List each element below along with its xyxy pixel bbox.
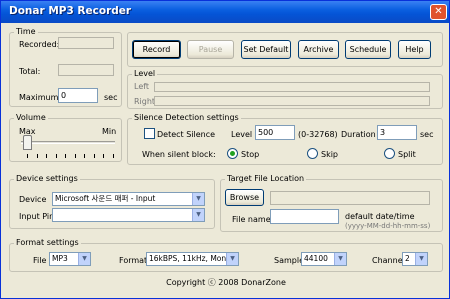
maximum-label: Maximum: <box>19 93 62 102</box>
target-group-label: Target File Location <box>225 174 307 184</box>
chevron-down-icon: ▼ <box>192 193 204 205</box>
level-left-label: Left <box>134 82 150 91</box>
skip-radio[interactable] <box>307 148 318 159</box>
chevron-down-icon: ▼ <box>415 253 427 265</box>
format-group-label: Format settings <box>14 238 81 248</box>
file-format-label: File <box>33 256 47 265</box>
volume-slider-ticks <box>27 154 114 158</box>
record-button[interactable]: Record <box>132 40 181 59</box>
pause-button[interactable]: Pause <box>187 40 234 59</box>
slider-tick <box>84 154 85 158</box>
channel-label: Channel <box>372 256 405 265</box>
level-group-label: Level <box>132 69 158 79</box>
recorded-label: Recorded: <box>19 40 60 49</box>
chevron-down-icon: ▼ <box>192 209 204 221</box>
duration-input[interactable]: 3 <box>377 125 417 140</box>
slider-tick <box>112 154 114 158</box>
detect-silence-label: Detect Silence <box>157 130 216 139</box>
slider-tick <box>65 154 66 158</box>
time-group-label: Time <box>14 27 38 37</box>
total-label: Total: <box>19 67 41 76</box>
browse-button[interactable]: Browse <box>225 189 264 206</box>
input-pin-label: Input Pin <box>19 212 55 221</box>
device-select[interactable]: Microsoft 사운드 매퍼 - Input ▼ <box>52 192 205 206</box>
volume-slider-thumb[interactable] <box>23 135 32 150</box>
volume-slider-track[interactable] <box>21 141 115 144</box>
slider-tick <box>74 154 76 158</box>
volume-group-label: Volume <box>14 113 48 123</box>
stop-radio-label: Stop <box>241 150 260 159</box>
slider-tick <box>27 154 28 158</box>
channel-select[interactable]: 2 ▼ <box>402 252 428 266</box>
silence-level-input[interactable]: 500 <box>255 125 295 140</box>
input-pin-select[interactable]: ▼ <box>52 208 205 222</box>
sample-label: Sample <box>274 256 304 265</box>
chevron-down-icon: ▼ <box>334 253 346 265</box>
close-button[interactable]: ✕ <box>430 4 447 20</box>
recorded-field <box>58 37 114 49</box>
window-title: Donar MP3 Recorder <box>9 5 132 17</box>
maximum-input[interactable]: 0 <box>58 88 98 103</box>
copyright-footer: Copyright ⓒ 2008 DonarZone <box>166 278 286 287</box>
maximum-sec-label: sec <box>104 93 118 102</box>
level-right-meter <box>154 96 430 106</box>
format-select[interactable]: 16kBPS, 11kHz, Mono ▼ <box>146 252 239 266</box>
schedule-button[interactable]: Schedule <box>345 40 391 59</box>
file-format-select[interactable]: MP3 ▼ <box>49 252 91 266</box>
level-left-meter <box>154 82 430 92</box>
duration-sec-label: sec <box>420 130 434 139</box>
title-bar[interactable]: Donar MP3 Recorder ✕ <box>1 1 449 23</box>
device-label: Device <box>19 195 47 204</box>
silence-group-label: Silence Detection settings <box>132 113 241 123</box>
duration-label: Duration <box>341 130 376 139</box>
when-silent-label: When silent block: <box>142 150 216 159</box>
set-default-button[interactable]: Set Default <box>241 40 291 59</box>
stop-radio[interactable] <box>227 148 238 159</box>
slider-tick <box>36 154 38 158</box>
split-radio[interactable] <box>384 148 395 159</box>
sample-select[interactable]: 44100 ▼ <box>301 252 347 266</box>
file-name-input[interactable] <box>270 209 339 224</box>
volume-min-label: Min <box>102 127 117 136</box>
silence-level-label: Level <box>231 130 253 139</box>
slider-tick <box>103 154 104 158</box>
slider-tick <box>46 154 47 158</box>
main-window: Donar MP3 Recorder ✕ Time Recorded: Tota… <box>0 0 450 299</box>
chevron-down-icon: ▼ <box>226 253 238 265</box>
datetime-format-hint: (yyyy-MM-dd-hh-mm-ss) <box>345 222 431 230</box>
format-label: Format <box>119 256 148 265</box>
silence-level-range: (0-32768) <box>298 130 338 139</box>
file-name-label: File name <box>232 215 271 224</box>
detect-silence-checkbox[interactable] <box>144 128 155 139</box>
level-right-label: Right <box>134 97 156 106</box>
device-group-label: Device settings <box>14 174 80 184</box>
split-radio-label: Split <box>398 150 416 159</box>
slider-tick <box>93 154 95 158</box>
total-field <box>58 64 114 76</box>
help-button[interactable]: Help <box>398 40 431 59</box>
archive-button[interactable]: Archive <box>298 40 339 59</box>
slider-tick <box>55 154 57 158</box>
target-path-field <box>270 191 430 205</box>
skip-radio-label: Skip <box>321 150 339 159</box>
chevron-down-icon: ▼ <box>78 253 90 265</box>
close-icon: ✕ <box>434 6 443 17</box>
